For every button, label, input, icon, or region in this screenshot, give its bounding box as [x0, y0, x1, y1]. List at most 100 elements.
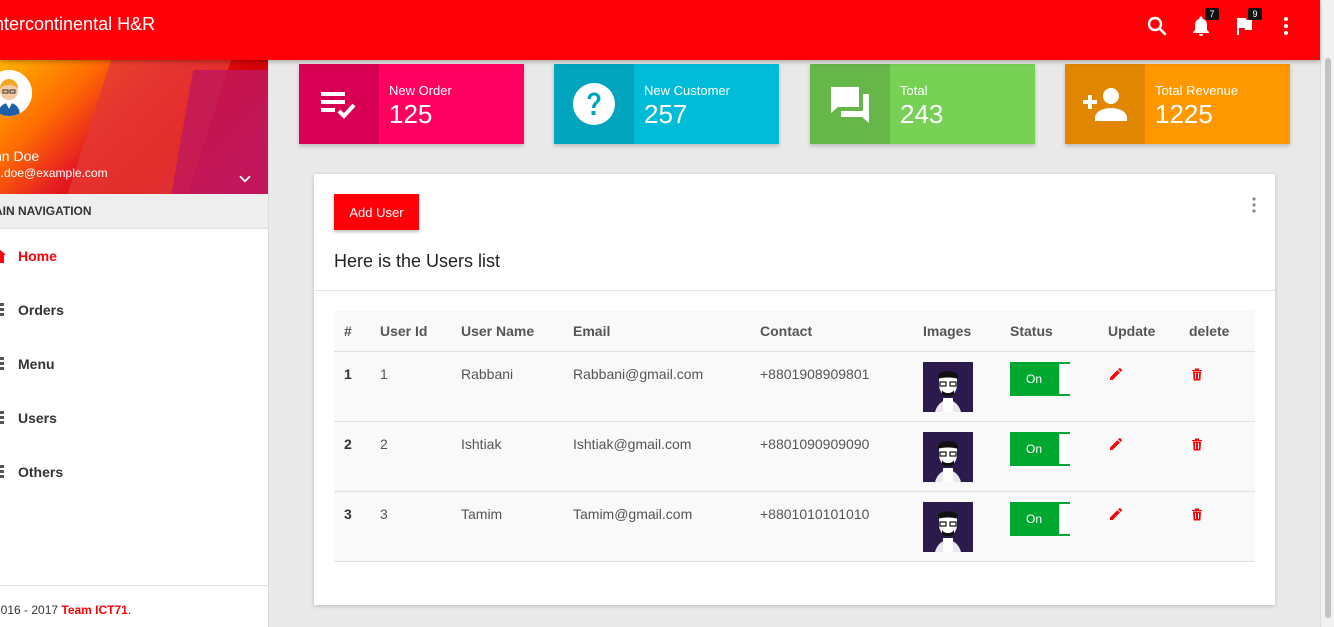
- more-vert-icon[interactable]: [1274, 14, 1298, 38]
- list-icon: [0, 357, 4, 370]
- pencil-icon[interactable]: [1108, 506, 1124, 522]
- info-box-label: New Order: [389, 83, 452, 98]
- flags-button[interactable]: 9: [1232, 8, 1262, 38]
- row-number: 2: [334, 421, 370, 492]
- update-cell: [1098, 421, 1179, 492]
- sidebar-item-others[interactable]: Others: [0, 445, 268, 499]
- user-info-panel: hn Doe n.doe@example.com: [0, 60, 268, 194]
- scrollbar-thumb[interactable]: [1325, 58, 1331, 618]
- info-box-value: 243: [900, 99, 944, 129]
- table-header-row: # User Id User Name Email Contact Images…: [334, 311, 1255, 352]
- info-box-icon-area: [1065, 64, 1145, 144]
- status-toggle-label: On: [1026, 512, 1043, 526]
- status-toggle[interactable]: On: [1010, 362, 1070, 396]
- table-row: 1 1 Rabbani Rabbani@gmail.com +880190890…: [334, 351, 1255, 422]
- help-icon: [573, 83, 615, 125]
- user-id-cell: 2: [370, 421, 451, 492]
- user-image[interactable]: [923, 362, 973, 412]
- column-header: User Name: [451, 311, 563, 352]
- row-number: 1: [334, 351, 370, 422]
- list-icon: [0, 303, 4, 316]
- trash-icon[interactable]: [1189, 366, 1205, 382]
- avatar[interactable]: [0, 70, 32, 116]
- delete-cell: [1179, 491, 1255, 562]
- status-toggle[interactable]: On: [1010, 502, 1070, 536]
- delete-cell: [1179, 421, 1255, 492]
- chevron-down-icon[interactable]: [236, 170, 254, 188]
- info-box-icon-area: [810, 64, 890, 144]
- trash-icon[interactable]: [1189, 436, 1205, 452]
- update-cell: [1098, 491, 1179, 562]
- pencil-icon[interactable]: [1108, 366, 1124, 382]
- sidebar-item-orders[interactable]: Orders: [0, 283, 268, 337]
- sidebar-item-menu[interactable]: Menu: [0, 337, 268, 391]
- team-link[interactable]: Team ICT71: [61, 603, 127, 617]
- table-row: 2 2 Ishtiak Ishtiak@gmail.com +880109090…: [334, 421, 1255, 492]
- row-number: 3: [334, 491, 370, 562]
- copyright-end: .: [127, 603, 132, 617]
- list-icon: [0, 465, 4, 478]
- info-box-value: 125: [389, 99, 433, 129]
- email-cell: Tamim@gmail.com: [563, 491, 750, 562]
- column-header: Update: [1098, 311, 1179, 352]
- person-add-icon: [1083, 88, 1127, 121]
- email-cell: Rabbani@gmail.com: [563, 351, 750, 422]
- column-header: Images: [913, 311, 1000, 352]
- user-image[interactable]: [923, 502, 973, 552]
- playlist-check-icon: [321, 92, 356, 119]
- nav-section-header: AIN NAVIGATION: [0, 194, 268, 229]
- user-email: n.doe@example.com: [0, 166, 108, 180]
- sidebar-item-label: Home: [18, 248, 57, 264]
- info-box-new-order[interactable]: New Order 125: [299, 64, 524, 144]
- info-box-icon-area: [299, 64, 379, 144]
- image-cell: [913, 491, 1000, 562]
- trash-icon[interactable]: [1189, 506, 1205, 522]
- contact-cell: +8801908909801: [750, 351, 913, 422]
- notifications-badge: 7: [1205, 8, 1219, 20]
- info-box-total-revenue[interactable]: Total Revenue 1225: [1065, 64, 1290, 144]
- user-name: hn Doe: [0, 148, 40, 164]
- toggle-knob: [1059, 504, 1070, 534]
- info-box-total[interactable]: Total 243: [810, 64, 1035, 144]
- column-header: Email: [563, 311, 750, 352]
- sidebar-item-home[interactable]: Home: [0, 229, 268, 283]
- home-icon: [0, 249, 6, 263]
- more-vert-icon[interactable]: [1250, 196, 1258, 214]
- info-box-value: 1225: [1155, 99, 1213, 129]
- add-user-button[interactable]: Add User: [334, 194, 419, 230]
- info-box-label: Total Revenue: [1155, 83, 1239, 98]
- user-avatar-icon: [0, 70, 32, 116]
- status-toggle-label: On: [1026, 442, 1043, 456]
- toggle-knob: [1059, 364, 1070, 394]
- info-box-value: 257: [644, 99, 688, 129]
- status-toggle-label: On: [1026, 372, 1043, 386]
- sidebar-item-label: Orders: [18, 302, 64, 318]
- sidebar-item-users[interactable]: Users: [0, 391, 268, 445]
- update-cell: [1098, 351, 1179, 422]
- column-header: Status: [1000, 311, 1098, 352]
- notifications-button[interactable]: 7: [1189, 8, 1219, 38]
- column-header: User Id: [370, 311, 451, 352]
- user-name-cell: Ishtiak: [451, 421, 563, 492]
- info-box-label: Total: [900, 83, 928, 98]
- pencil-icon[interactable]: [1108, 436, 1124, 452]
- status-cell: On: [1000, 351, 1098, 422]
- divider: [314, 290, 1275, 291]
- info-box-new-customer[interactable]: New Customer 257: [554, 64, 779, 144]
- column-header: #: [334, 311, 370, 352]
- status-cell: On: [1000, 491, 1098, 562]
- user-id-cell: 1: [370, 351, 451, 422]
- search-icon[interactable]: [1145, 14, 1169, 38]
- user-image[interactable]: [923, 432, 973, 482]
- image-cell: [913, 351, 1000, 422]
- sidebar-item-label: Others: [18, 464, 64, 480]
- user-id-cell: 3: [370, 491, 451, 562]
- app-title[interactable]: ntercontinental H&R: [0, 14, 155, 35]
- page-scrollbar[interactable]: [1320, 0, 1334, 627]
- table-row: 3 3 Tamim Tamim@gmail.com +8801010101010: [334, 491, 1255, 562]
- info-box-label: New Customer: [644, 83, 730, 98]
- users-table: # User Id User Name Email Contact Images…: [334, 311, 1255, 562]
- column-header: Contact: [750, 311, 913, 352]
- contact-cell: +8801090909090: [750, 421, 913, 492]
- status-toggle[interactable]: On: [1010, 432, 1070, 466]
